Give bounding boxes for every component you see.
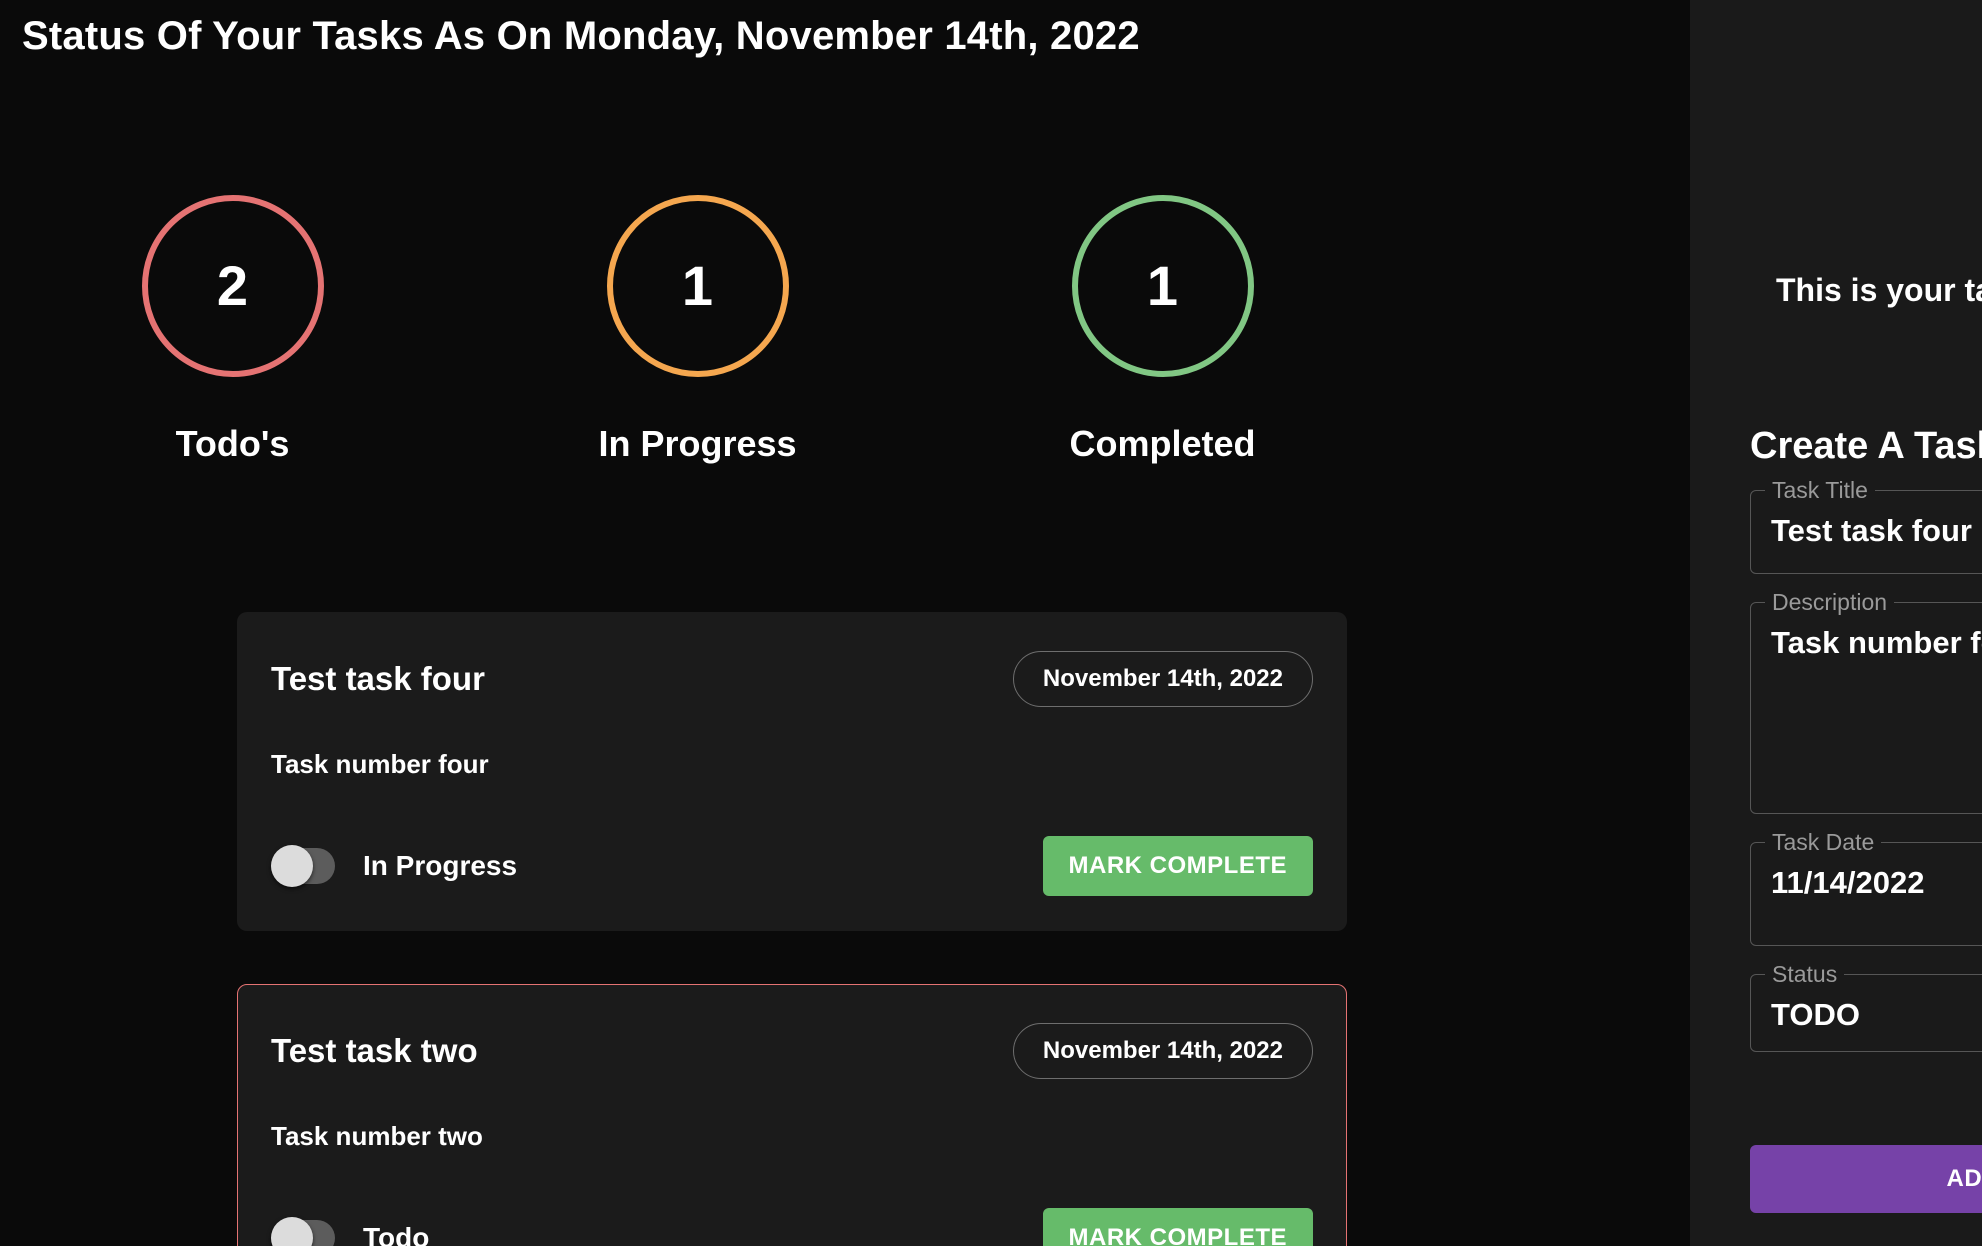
create-task-panel-inner: This is your task panel Create A Task Ta…: [1690, 0, 1982, 1246]
task-card[interactable]: Test task four November 14th, 2022 Task …: [237, 612, 1347, 931]
status-count-completed: 1: [1146, 254, 1179, 317]
task-description: Task number two: [271, 1121, 483, 1151]
task-list: Test task four November 14th, 2022 Task …: [237, 612, 1347, 1246]
task-title-label: Task Title: [1765, 477, 1875, 504]
task-date-field[interactable]: Task Date 11/14/2022: [1750, 829, 1982, 946]
task-status-label: Status: [1765, 961, 1845, 988]
toggle-knob-icon: [271, 1217, 313, 1246]
task-card[interactable]: Test task two November 14th, 2022 Task n…: [237, 984, 1347, 1246]
task-card-header: Test task two November 14th, 2022: [271, 1023, 1313, 1079]
status-count-todo: 2: [216, 254, 249, 317]
status-block-completed: 1 Completed: [930, 195, 1395, 465]
panel-intro-text: This is your task panel: [1776, 272, 1982, 308]
task-status-toggle[interactable]: [271, 1217, 335, 1246]
task-status-select[interactable]: TODO: [1771, 997, 1860, 1032]
task-status-field[interactable]: Status TODO: [1750, 961, 1982, 1052]
create-task-form: Task Title Test task four Description Ta…: [1750, 477, 1982, 1080]
status-label-todo: Todo's: [175, 423, 290, 464]
task-status-toggle-group: In Progress: [271, 845, 518, 887]
app-root: Status Of Your Tasks As On Monday, Novem…: [0, 0, 1982, 1246]
task-card-header: Test task four November 14th, 2022: [271, 651, 1313, 707]
task-date-input[interactable]: 11/14/2022: [1771, 865, 1924, 900]
task-description-label: Description: [1765, 589, 1895, 616]
status-block-in-progress: 1 In Progress: [465, 195, 930, 465]
task-status-toggle-group: Todo: [271, 1217, 430, 1246]
status-circle-completed: 1: [1071, 195, 1254, 377]
panel-heading: Create A Task: [1750, 425, 1982, 467]
task-date-badge: November 14th, 2022: [1012, 1023, 1313, 1079]
task-status-toggle[interactable]: [271, 845, 335, 887]
status-summary: 2 Todo's 1 In Progress 1 Completed: [0, 195, 1560, 465]
status-count-in-progress: 1: [681, 254, 714, 317]
task-description: Task number four: [271, 749, 489, 779]
main-content-area: Status Of Your Tasks As On Monday, Novem…: [0, 0, 1690, 1246]
task-description-input[interactable]: Task number four: [1771, 625, 1982, 660]
task-card-footer: Todo MARK COMPLETE: [271, 1208, 1313, 1246]
task-description-field[interactable]: Description Task number four: [1750, 589, 1982, 814]
task-title-input[interactable]: Test task four: [1771, 513, 1972, 548]
mark-complete-button[interactable]: MARK COMPLETE: [1042, 1208, 1313, 1246]
status-label-completed: Completed: [1069, 423, 1256, 464]
add-task-button[interactable]: ADD TASK: [1750, 1145, 1982, 1213]
status-circle-in-progress: 1: [606, 195, 789, 377]
task-title-field[interactable]: Task Title Test task four: [1750, 477, 1982, 574]
task-title: Test task four: [271, 660, 485, 697]
status-circle-todo: 2: [141, 195, 324, 377]
task-status-label: Todo: [363, 1222, 430, 1246]
task-date-badge: November 14th, 2022: [1012, 651, 1313, 707]
task-title: Test task two: [271, 1032, 478, 1069]
status-label-in-progress: In Progress: [598, 423, 797, 464]
create-task-panel: This is your task panel Create A Task Ta…: [1690, 0, 1982, 1246]
status-block-todo: 2 Todo's: [0, 195, 465, 465]
toggle-knob-icon: [271, 845, 313, 887]
page-title: Status Of Your Tasks As On Monday, Novem…: [22, 14, 1140, 58]
mark-complete-button[interactable]: MARK COMPLETE: [1042, 836, 1313, 896]
task-date-label: Task Date: [1765, 829, 1882, 856]
task-status-label: In Progress: [363, 850, 518, 881]
task-card-footer: In Progress MARK COMPLETE: [271, 836, 1313, 896]
